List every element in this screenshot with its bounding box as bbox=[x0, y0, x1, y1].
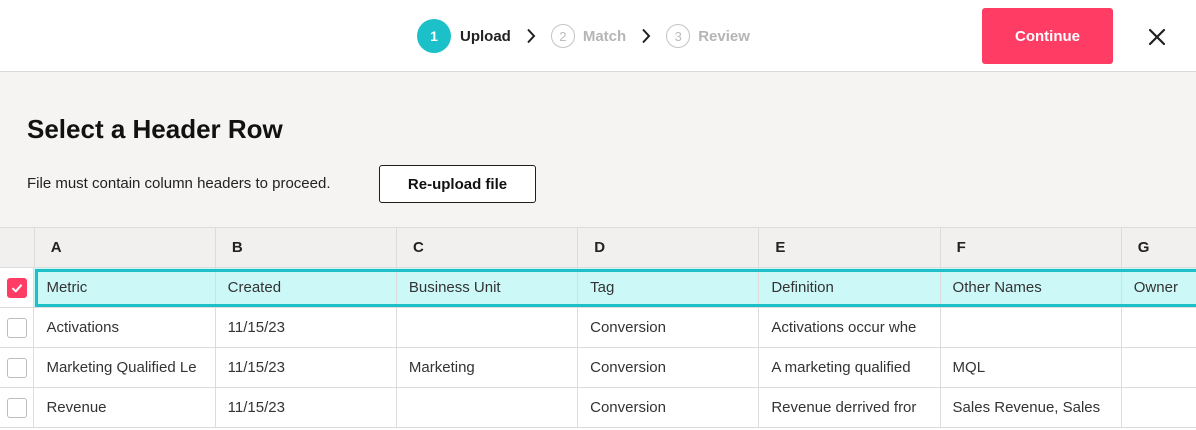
step-label: Match bbox=[582, 27, 627, 45]
column-header-b: B bbox=[215, 228, 398, 268]
table-cell: Sales Revenue, Sales bbox=[940, 388, 1122, 428]
continue-button[interactable]: Continue bbox=[982, 8, 1113, 64]
table-cell: Other Names bbox=[940, 268, 1122, 308]
column-header-g: G bbox=[1121, 228, 1196, 268]
stepper: 1 Upload 2 Match 3 Review bbox=[417, 19, 750, 53]
step-match: 2 Match bbox=[550, 24, 627, 48]
column-header-row: A B C D E F G bbox=[0, 228, 1196, 268]
close-icon[interactable] bbox=[1144, 24, 1170, 50]
header-requirement-hint: File must contain column headers to proc… bbox=[27, 175, 331, 192]
step-label: Upload bbox=[460, 27, 511, 45]
table-row[interactable]: Activations 11/15/23 Conversion Activati… bbox=[0, 308, 1196, 348]
table-row-selected[interactable]: Metric Created Business Unit Tag Definit… bbox=[0, 268, 1196, 308]
table-cell: MQL bbox=[940, 348, 1122, 388]
table-cell: Marketing bbox=[396, 348, 579, 388]
table-cell bbox=[396, 308, 579, 348]
column-header-c: C bbox=[397, 228, 579, 268]
row-select-cell bbox=[0, 308, 35, 348]
check-icon bbox=[11, 283, 22, 293]
step-upload: 1 Upload bbox=[417, 19, 511, 53]
column-header-f: F bbox=[940, 228, 1122, 268]
column-header-e: E bbox=[759, 228, 941, 268]
step-number: 3 bbox=[666, 24, 691, 48]
row-checkbox[interactable] bbox=[6, 357, 27, 378]
table-cell: A marketing qualified bbox=[759, 348, 941, 388]
table-cell: Activations bbox=[34, 308, 216, 348]
row-select-cell bbox=[0, 348, 35, 388]
row-checkbox[interactable] bbox=[6, 277, 27, 298]
row-checkbox[interactable] bbox=[6, 317, 27, 338]
table-cell bbox=[1121, 348, 1196, 388]
step-number: 2 bbox=[550, 24, 575, 48]
table-cell: Owner bbox=[1121, 268, 1196, 308]
row-select-cell bbox=[0, 268, 35, 308]
table-cell bbox=[1121, 308, 1196, 348]
table-cell: 11/15/23 bbox=[215, 308, 397, 348]
row-checkbox[interactable] bbox=[6, 397, 27, 418]
table-cell: Marketing Qualified Le bbox=[34, 348, 216, 388]
table-cell: Definition bbox=[759, 268, 941, 308]
table-cell: 11/15/23 bbox=[215, 388, 397, 428]
table-cell: Business Unit bbox=[396, 268, 579, 308]
chevron-right-icon bbox=[517, 28, 545, 44]
column-header-d: D bbox=[578, 228, 760, 268]
table-cell: Conversion bbox=[578, 388, 760, 428]
table-cell: 11/15/23 bbox=[215, 348, 397, 388]
table-cell: Activations occur whe bbox=[759, 308, 941, 348]
table-cell: Revenue bbox=[34, 388, 216, 428]
row-select-cell bbox=[0, 388, 35, 428]
top-bar: 1 Upload 2 Match 3 Review Continue bbox=[0, 0, 1196, 72]
table-cell: Revenue derrived fror bbox=[759, 388, 941, 428]
table-cell: Conversion bbox=[578, 308, 760, 348]
table-cell: Tag bbox=[578, 268, 760, 308]
table-cell: Created bbox=[215, 268, 397, 308]
table-row[interactable]: Revenue 11/15/23 Conversion Revenue derr… bbox=[0, 388, 1196, 428]
step-review: 3 Review bbox=[666, 24, 750, 48]
table-cell: Metric bbox=[34, 268, 216, 308]
table-cell bbox=[940, 308, 1122, 348]
table-cell: Conversion bbox=[578, 348, 760, 388]
table-cell bbox=[1121, 388, 1196, 428]
page-title: Select a Header Row bbox=[27, 114, 283, 144]
step-number: 1 bbox=[417, 19, 451, 53]
step-label: Review bbox=[698, 27, 750, 45]
data-preview-grid: A B C D E F G Metric Created Business Un… bbox=[0, 227, 1196, 430]
chevron-right-icon bbox=[632, 28, 660, 44]
table-row[interactable]: Marketing Qualified Le 11/15/23 Marketin… bbox=[0, 348, 1196, 388]
column-header-a: A bbox=[34, 228, 216, 268]
reupload-file-button[interactable]: Re-upload file bbox=[379, 165, 536, 203]
table-cell bbox=[396, 388, 579, 428]
corner-cell bbox=[0, 228, 35, 268]
